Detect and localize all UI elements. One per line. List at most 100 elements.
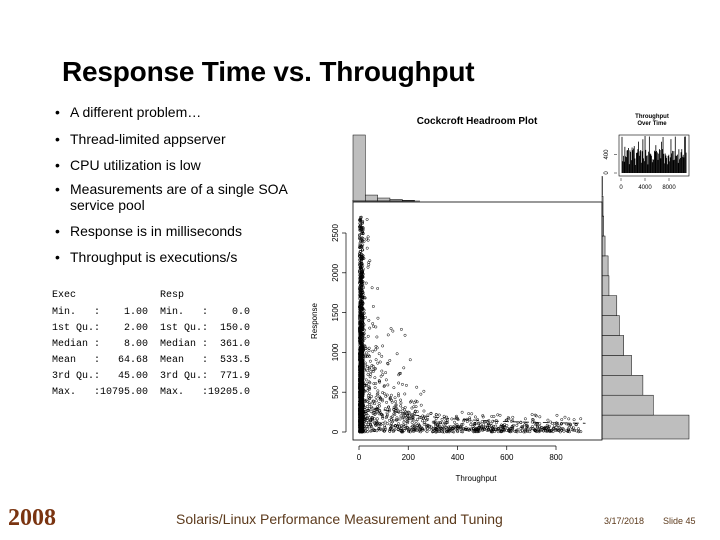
scatter-point [369,370,373,374]
bullet-text: CPU utilization is low [70,157,201,173]
scatter-point [370,286,374,290]
response-histogram-bar [601,315,620,336]
scatter-point [368,326,372,330]
plot-frame [352,201,603,441]
inset-x-tick-label: 8000 [662,185,676,191]
scatter-point [569,425,573,429]
scatter-point [380,369,384,373]
throughput-over-time-inset: 0 4000 8000 0 400 [604,136,687,191]
resp-stat-value: 771.9 [219,371,250,382]
scatter-point [450,417,454,421]
x-axis: 0 200 400 600 800 [357,445,563,462]
throughput-histogram [352,134,420,202]
scatter-point [365,218,369,221]
exec-stat-label: Median : [52,339,101,350]
scatter-point [377,352,381,356]
scatter-point [369,372,373,376]
scatter-point [373,376,377,380]
exec-stat-label: 3rd Qu.: [52,371,101,382]
x-tick-label: 400 [451,453,465,462]
scatter-point [442,414,446,418]
exec-stat-label: Mean : [52,355,101,366]
scatter-point [403,392,407,396]
scatter-point [393,396,397,400]
scatter-point [373,348,377,352]
bullet-text: A different problem… [70,104,202,120]
scatter-points [358,215,583,434]
scatter-point [368,375,372,379]
throughput-histogram-bar [377,197,391,202]
scatter-point [371,349,375,353]
scatter-point [364,281,368,285]
y-tick-label: 500 [331,385,340,399]
scatter-point [365,405,369,408]
scatter-point [410,406,414,410]
footer-slide-number: Slide 45 [663,516,696,526]
scatter-point [416,417,420,421]
scatter-point [560,418,564,421]
scatter-point [366,369,369,373]
y-tick-label: 2500 [331,224,340,242]
scatter-point [399,401,403,405]
resp-stat-label: 3rd Qu.: [160,371,209,382]
plot-title: Cockcroft Headroom Plot [417,116,538,127]
scatter-point [404,383,408,387]
scatter-point [572,418,576,422]
scatter-point [489,421,493,425]
scatter-point [370,394,374,398]
response-histogram-bar [601,335,624,356]
scatter-point [389,327,393,331]
response-histogram-bar [601,355,632,376]
resp-stat-label: Max. : [160,387,209,398]
scatter-point [384,378,388,382]
y-tick-label: 2000 [331,263,340,281]
bullet-text: Thread-limited appserver [70,131,226,147]
bullet-marker: • [55,249,60,265]
scatter-point [410,421,414,424]
scatter-point [467,412,471,416]
response-histogram-bar [601,394,654,416]
exec-stat-value: 1.00 [123,307,148,318]
scatter-point [399,414,403,418]
bullet-marker: • [55,131,60,147]
scatter-point [376,361,380,365]
y-axis: 0 500 1000 1500 2000 2500 [331,224,347,434]
response-histogram-bar [601,235,606,257]
scatter-point [442,430,446,434]
scatter-point [401,407,405,410]
scatter-point [403,333,407,337]
resp-stat-label: Median : [160,339,209,350]
response-histogram-bar [601,375,644,396]
scatter-point [378,360,382,364]
scatter-point [366,414,370,418]
scatter-point [505,424,509,427]
scatter-point [420,419,424,423]
scatter-point [482,423,486,427]
response-histogram [601,176,690,440]
scatter-point [388,359,392,362]
scatter-point [367,346,371,350]
response-histogram-bar [601,176,603,197]
bullet-marker: • [55,157,60,173]
resp-header: Resp [160,290,185,301]
bullet-marker: • [55,181,60,197]
scatter-point [399,398,403,402]
scatter-point [386,333,390,337]
inset-y-tick-label: 400 [604,149,610,160]
scatter-point [366,373,370,376]
x-tick-label: 0 [357,453,362,462]
scatter-point [389,393,393,397]
scatter-point [384,371,388,375]
scatter-point [422,389,426,393]
scatter-point [379,374,383,378]
scatter-point [369,410,373,414]
exec-stat-value: 8.00 [123,339,148,350]
exec-stat-value: 64.68 [117,355,148,366]
inset-x-tick-label: 4000 [638,185,652,191]
scatter-point [374,325,378,329]
scatter-point [365,365,369,369]
resp-stat-label: Min. : [160,307,209,318]
exec-stat-value: 45.00 [117,371,148,382]
scatter-point [364,351,368,355]
scatter-point [383,407,387,411]
